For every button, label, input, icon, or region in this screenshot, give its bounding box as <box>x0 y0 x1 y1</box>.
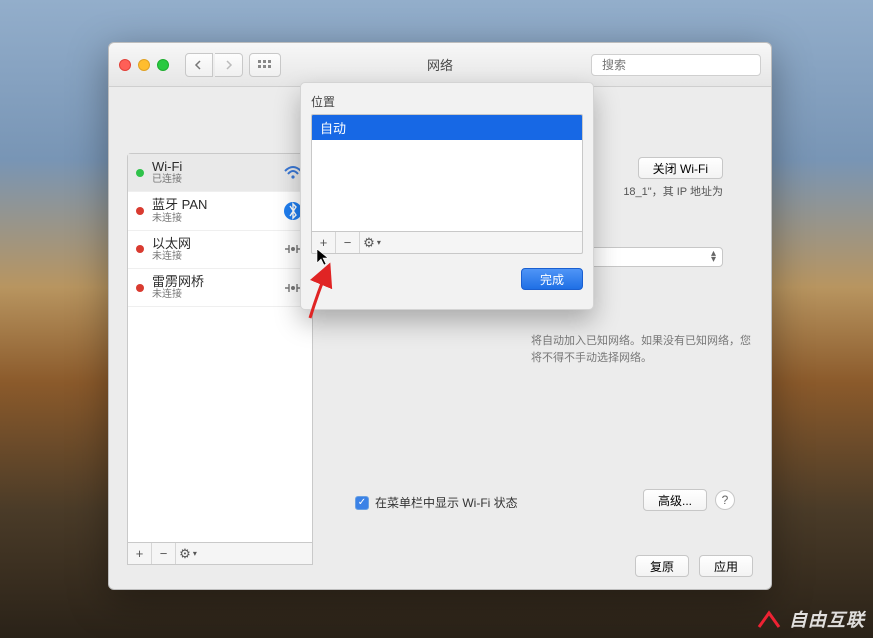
sidebar-item-thunderbolt-bridge[interactable]: 雷雳网桥 未连接 <box>128 269 312 307</box>
close-window-button[interactable] <box>119 59 131 71</box>
sidebar-item-text: 以太网 未连接 <box>152 237 274 262</box>
search-field[interactable] <box>591 54 761 76</box>
status-dot-icon <box>136 169 144 177</box>
apply-bar: 复原 应用 <box>635 555 753 577</box>
grid-icon <box>258 60 272 70</box>
back-button[interactable] <box>185 53 213 77</box>
show-wifi-in-menubar-row[interactable]: ✓ 在菜单栏中显示 Wi-Fi 状态 <box>355 494 518 511</box>
add-service-button[interactable]: + <box>128 543 152 564</box>
sidebar-item-name: 雷雳网桥 <box>152 275 274 289</box>
titlebar: 网络 <box>109 43 771 87</box>
chevron-left-icon <box>194 60 204 70</box>
sidebar-item-name: 以太网 <box>152 237 274 251</box>
sidebar-item-text: 雷雳网桥 未连接 <box>152 275 274 300</box>
watermark-logo-icon <box>757 609 783 629</box>
sidebar-footer: + − ⚙︎▾ <box>127 543 313 565</box>
chevron-right-icon <box>224 60 234 70</box>
turn-off-wifi-button[interactable]: 关闭 Wi-Fi <box>638 157 723 179</box>
chevron-updown-icon: ▴▾ <box>711 251 716 263</box>
remove-location-button[interactable]: − <box>336 232 360 253</box>
remove-service-button[interactable]: − <box>152 543 176 564</box>
status-dot-icon <box>136 284 144 292</box>
service-gear-menu[interactable]: ⚙︎▾ <box>176 543 200 564</box>
watermark-text: 自由互联 <box>789 606 865 632</box>
watermark: 自由互联 <box>757 606 865 632</box>
location-gear-menu[interactable]: ⚙︎▾ <box>360 232 384 253</box>
sidebar-item-status: 已连接 <box>152 174 274 185</box>
apply-button[interactable]: 应用 <box>699 555 753 577</box>
location-label: 位置 <box>311 93 583 110</box>
add-location-button[interactable]: + <box>312 232 336 253</box>
sidebar-item-status: 未连接 <box>152 251 274 262</box>
show-all-button[interactable] <box>249 53 281 77</box>
sidebar-item-text: 蓝牙 PAN 未连接 <box>152 198 274 223</box>
traffic-lights <box>119 59 169 71</box>
location-sheet: 位置 自动 + − ⚙︎▾ 完成 <box>300 82 594 310</box>
location-list-item[interactable]: 自动 <box>312 115 582 140</box>
gear-icon: ⚙︎ <box>363 235 375 251</box>
sidebar-item-status: 未连接 <box>152 289 274 300</box>
search-input[interactable] <box>602 58 757 72</box>
network-sidebar: Wi-Fi 已连接 蓝牙 PAN 未连接 以太网 未连接 <box>127 153 313 543</box>
status-dot-icon <box>136 245 144 253</box>
help-button[interactable]: ? <box>715 490 735 510</box>
sidebar-item-name: Wi-Fi <box>152 160 274 174</box>
sidebar-item-name: 蓝牙 PAN <box>152 198 274 212</box>
revert-button[interactable]: 复原 <box>635 555 689 577</box>
gear-icon: ⚙︎ <box>179 546 191 562</box>
sidebar-item-wifi[interactable]: Wi-Fi 已连接 <box>128 154 312 192</box>
sidebar-item-status: 未连接 <box>152 213 274 224</box>
sidebar-item-bluetooth-pan[interactable]: 蓝牙 PAN 未连接 <box>128 192 312 230</box>
minimize-window-button[interactable] <box>138 59 150 71</box>
sidebar-item-ethernet[interactable]: 以太网 未连接 <box>128 231 312 269</box>
show-wifi-label: 在菜单栏中显示 Wi-Fi 状态 <box>375 494 518 511</box>
ip-address-text: 18_1"，其 IP 地址为 <box>623 185 723 200</box>
location-toolbar: + − ⚙︎▾ <box>311 232 583 254</box>
advanced-row: 高级... ? <box>643 489 735 511</box>
location-list[interactable]: 自动 <box>311 114 583 232</box>
sidebar-item-text: Wi-Fi 已连接 <box>152 160 274 185</box>
auto-join-help-text: 将自动加入已知网络。如果没有已知网络，您将不得不手动选择网络。 <box>531 333 753 366</box>
zoom-window-button[interactable] <box>157 59 169 71</box>
status-dot-icon <box>136 207 144 215</box>
forward-button[interactable] <box>215 53 243 77</box>
nav-buttons <box>185 53 243 77</box>
advanced-button[interactable]: 高级... <box>643 489 707 511</box>
done-button[interactable]: 完成 <box>521 268 583 290</box>
checkbox-checked-icon[interactable]: ✓ <box>355 496 369 510</box>
